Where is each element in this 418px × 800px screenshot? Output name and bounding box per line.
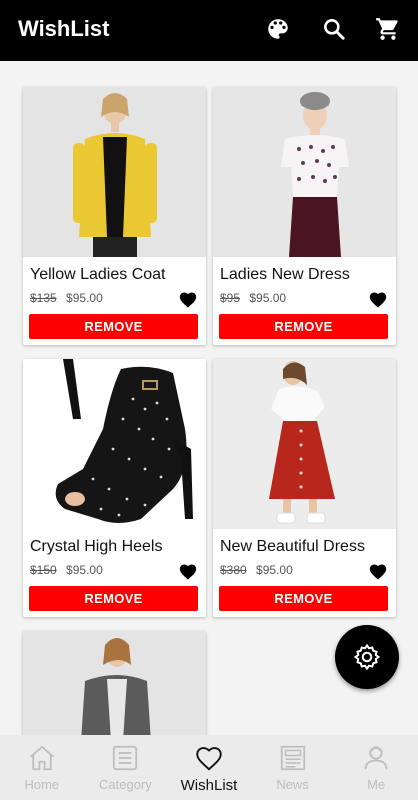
list-icon bbox=[110, 743, 140, 773]
nav-label: News bbox=[276, 777, 309, 792]
product-image[interactable] bbox=[213, 87, 396, 257]
nav-label: Category bbox=[99, 777, 152, 792]
old-price: $380 bbox=[220, 563, 247, 577]
nav-item-category[interactable]: Category bbox=[84, 735, 168, 800]
product-name: Yellow Ladies Coat bbox=[30, 266, 166, 283]
app-bar: WishList bbox=[0, 0, 418, 61]
settings-fab[interactable] bbox=[335, 625, 399, 689]
old-price: $150 bbox=[30, 563, 57, 577]
price: $95.00 bbox=[256, 563, 293, 577]
nav-item-news[interactable]: News bbox=[251, 735, 335, 800]
page-title: WishList bbox=[18, 16, 110, 41]
person-icon bbox=[361, 743, 391, 773]
remove-button[interactable]: REMOVE bbox=[29, 314, 198, 339]
old-price: $95 bbox=[220, 291, 241, 305]
heart-icon[interactable] bbox=[178, 290, 198, 308]
nav-item-me[interactable]: Me bbox=[334, 735, 418, 800]
home-icon bbox=[27, 743, 57, 773]
nav-label: WishList bbox=[180, 777, 238, 794]
price: $95.00 bbox=[66, 563, 103, 577]
product-image[interactable] bbox=[23, 631, 206, 735]
product-image[interactable] bbox=[23, 359, 206, 529]
product-name: Crystal High Heels bbox=[30, 538, 163, 555]
palette-icon[interactable] bbox=[264, 15, 292, 43]
search-icon[interactable] bbox=[320, 15, 348, 43]
product-card[interactable]: Yellow Ladies Coat $135 $95.00 REMOVE bbox=[23, 87, 206, 345]
product-image[interactable] bbox=[213, 359, 396, 529]
heart-icon[interactable] bbox=[368, 562, 388, 580]
nav-label: Me bbox=[367, 777, 386, 792]
newspaper-icon bbox=[278, 743, 308, 773]
product-card[interactable]: Ladies New Dress $95 $95.00 REMOVE bbox=[213, 87, 396, 345]
product-name: New Beautiful Dress bbox=[220, 538, 365, 555]
heart-icon[interactable] bbox=[178, 562, 198, 580]
bottom-nav: Home Category WishList News Me bbox=[0, 735, 418, 800]
cart-icon[interactable] bbox=[374, 15, 402, 43]
remove-button[interactable]: REMOVE bbox=[219, 314, 388, 339]
old-price: $135 bbox=[30, 291, 57, 305]
settings-icon bbox=[353, 643, 381, 671]
product-card[interactable] bbox=[23, 631, 206, 735]
product-card[interactable]: New Beautiful Dress $380 $95.00 REMOVE bbox=[213, 359, 396, 617]
product-image[interactable] bbox=[23, 87, 206, 257]
product-card[interactable]: Crystal High Heels $150 $95.00 REMOVE bbox=[23, 359, 206, 617]
heart-icon[interactable] bbox=[368, 290, 388, 308]
nav-label: Home bbox=[24, 777, 60, 792]
product-name: Ladies New Dress bbox=[220, 266, 350, 283]
nav-item-wishlist[interactable]: WishList bbox=[167, 735, 251, 800]
heart-outline-icon bbox=[194, 743, 224, 773]
nav-item-home[interactable]: Home bbox=[0, 735, 84, 800]
remove-button[interactable]: REMOVE bbox=[219, 586, 388, 611]
remove-button[interactable]: REMOVE bbox=[29, 586, 198, 611]
price: $95.00 bbox=[66, 291, 103, 305]
price: $95.00 bbox=[249, 291, 287, 305]
